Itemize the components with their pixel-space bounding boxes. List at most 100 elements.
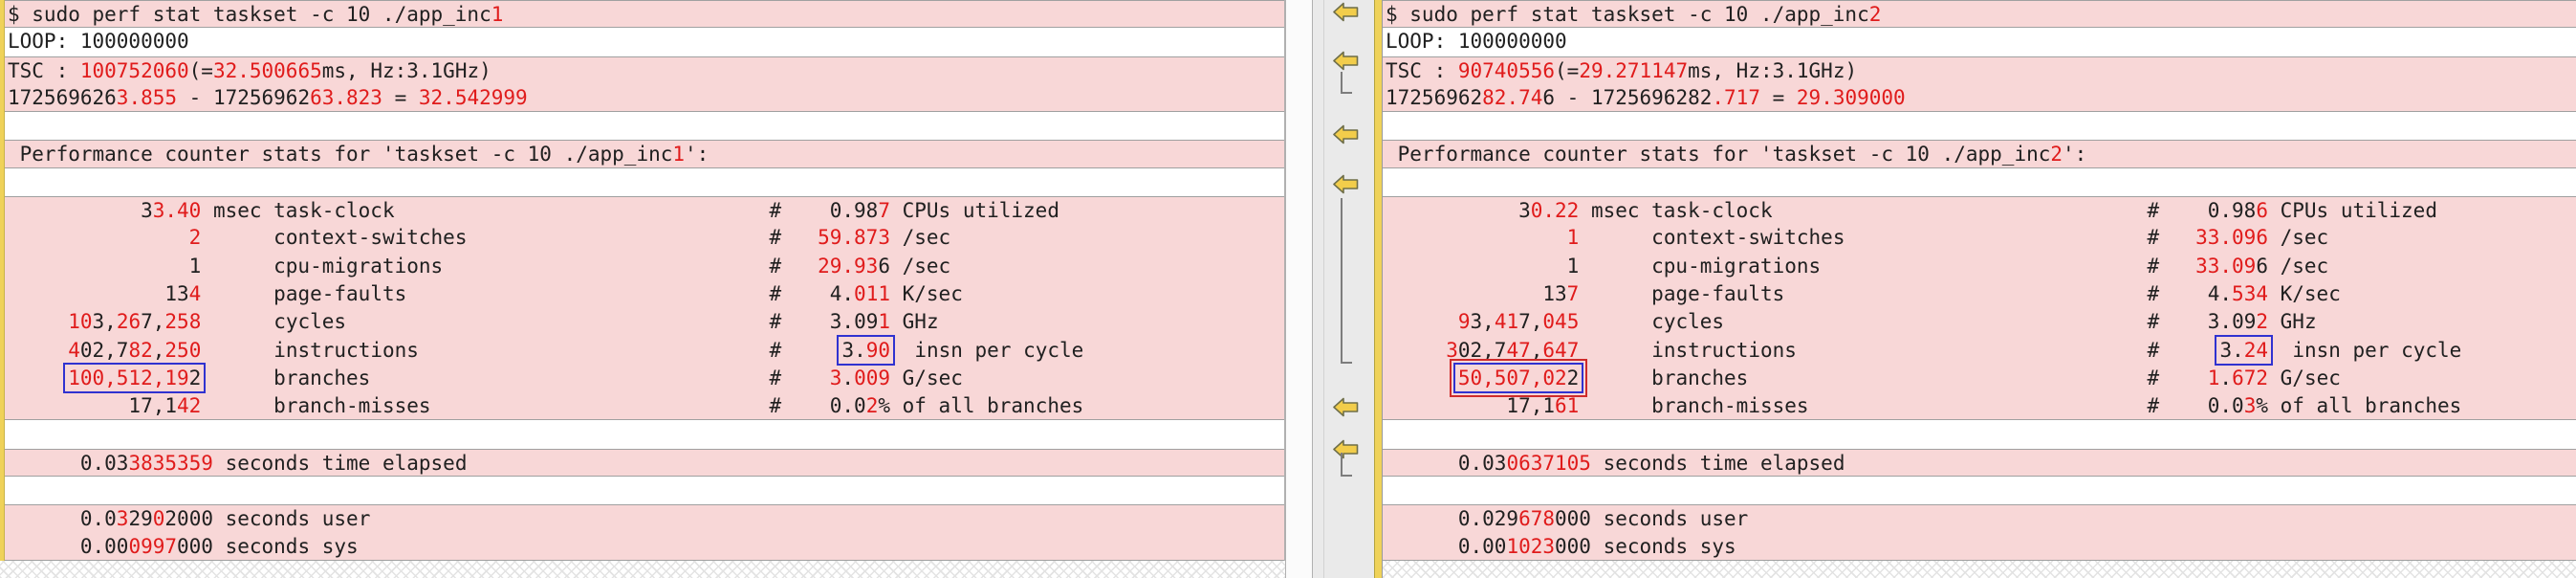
changed-text-segment: 1 xyxy=(491,3,504,26)
changed-text-segment: 6 xyxy=(2256,199,2268,223)
diff-text-segment: 172569626 xyxy=(8,85,117,109)
diff-line: LOOP: 100000000 xyxy=(1383,28,2576,56)
diff-text-segment: 7, xyxy=(1518,310,1543,334)
right-diff-pane[interactable]: $ sudo perf stat taskset -c 10 ./app_inc… xyxy=(1383,0,2576,578)
diff-text-segment: 29 xyxy=(128,507,153,531)
changed-text-segment: 33.096 xyxy=(2195,226,2268,250)
changed-text-segment: 63.823 xyxy=(310,85,382,109)
changed-text-segment: 90 xyxy=(865,338,891,362)
diff-line: 1 cpu-migrations # 29.936 /sec xyxy=(0,252,1284,280)
changed-text-segment: 3 xyxy=(829,366,842,389)
diff-line: $ sudo perf stat taskset -c 10 ./app_inc… xyxy=(0,0,1284,29)
changed-text-segment: 100,512,19 xyxy=(68,366,189,389)
diff-line xyxy=(1383,420,2576,449)
diff-text-segment: branch-misses # 0.0 xyxy=(201,394,866,418)
diff-line: 17,142 branch-misses # 0.02% of all bran… xyxy=(0,392,1284,421)
apply-change-left-arrow-icon[interactable] xyxy=(1333,174,1359,194)
diff-line: $ sudo perf stat taskset -c 10 ./app_inc… xyxy=(1383,0,2576,29)
diff-text-segment: /sec xyxy=(889,226,951,250)
diff-text-segment: = xyxy=(382,85,419,109)
diff-text-segment: 1 cpu-migrations # xyxy=(8,254,819,278)
changed-text-segment: 258 xyxy=(164,310,202,334)
diff-line: 0.030637105 seconds time elapsed xyxy=(1383,448,2576,478)
changed-text-segment: 045 xyxy=(1542,310,1580,334)
diff-line xyxy=(1383,477,2576,505)
diff-text-segment: 6 /sec xyxy=(2256,254,2329,278)
diff-text-segment: msec task-clock # 0.98 xyxy=(1579,199,2257,223)
diff-line: 0.033835359 seconds time elapsed xyxy=(0,448,1284,478)
diff-line: TSC : 100752060(=32.500665ms, Hz:3.1GHz) xyxy=(0,56,1284,84)
diff-text-segment: 3 xyxy=(8,199,153,223)
diff-text-segment xyxy=(1386,339,1446,362)
changed-text-segment: 100752060 xyxy=(79,58,189,82)
diff-text-segment: TSC : xyxy=(1386,58,1458,82)
changed-text-segment: 32.542999 xyxy=(418,85,528,109)
chunk-link-line xyxy=(1341,453,1352,477)
left-diff-pane[interactable]: $ sudo perf stat taskset -c 10 ./app_inc… xyxy=(0,0,1285,578)
diff-text-segment: seconds time elapsed xyxy=(1590,451,1845,475)
diff-text-segment: CPUs utilized xyxy=(889,199,1059,223)
diff-text-segment: insn per cycle xyxy=(890,338,1084,362)
diff-text-segment: 6 /sec xyxy=(878,254,951,278)
diff-text-segment: 13 xyxy=(1386,281,1567,305)
diff-text-segment: , xyxy=(152,338,165,362)
diff-text-segment: Performance counter stats for 'taskset -… xyxy=(8,143,673,167)
changed-text-segment: 1 xyxy=(1566,226,1580,250)
apply-change-left-arrow-icon[interactable] xyxy=(1333,2,1359,22)
apply-change-left-arrow-icon[interactable] xyxy=(1333,124,1359,144)
diff-text-segment: 17,1 xyxy=(8,394,178,418)
diff-line: 103,267,258 cycles # 3.091 GHz xyxy=(0,308,1284,337)
diff-line: 0.032902000 seconds user xyxy=(0,504,1284,533)
diff-text-segment: K/sec xyxy=(889,281,963,305)
diff-text-segment: 000 seconds sys xyxy=(177,534,359,558)
diff-line: 0.000997000 seconds sys xyxy=(0,532,1284,561)
diff-text-segment: 13 xyxy=(8,281,189,305)
diff-line: LOOP: 100000000 xyxy=(0,28,1284,56)
highlight-box-blue: 100,512,192 xyxy=(63,362,207,394)
diff-text-segment xyxy=(8,310,68,333)
diff-line: TSC : 90740556(=29.271147ms, Hz:3.1GHz) xyxy=(1383,56,2576,84)
diff-text-segment: instructions # xyxy=(1579,338,2220,362)
diff-text-segment: ': xyxy=(685,143,709,167)
diff-text-segment xyxy=(8,226,189,249)
highlight-box-blue: 3.90 xyxy=(837,334,895,367)
diff-line: 30.22 msec task-clock # 0.986 CPUs utili… xyxy=(1383,196,2576,225)
highlight-box-redblue: 50,507,022 xyxy=(1449,358,1588,398)
changed-text-segment: 10 xyxy=(68,310,93,334)
diff-line: 302,747,647 instructions # 3.24 insn per… xyxy=(1383,334,2576,367)
chunk-link-line xyxy=(1341,198,1352,364)
changed-text-segment: 3 xyxy=(116,507,129,531)
diff-line: 0.001023000 seconds sys xyxy=(1383,532,2576,561)
eof-hatch-right xyxy=(1383,561,2576,578)
diff-text-segment: 0.0 xyxy=(8,507,117,531)
diff-line: 402,782,250 instructions # 3.90 insn per… xyxy=(0,334,1284,367)
changed-text-segment: 50,507,02 xyxy=(1457,366,1567,389)
diff-text-segment: /sec xyxy=(2267,226,2329,250)
diff-text-segment: 0.00 xyxy=(8,534,129,558)
changed-text-segment: 3 xyxy=(2243,394,2257,418)
changed-text-segment: 41 xyxy=(1494,310,1519,334)
changed-text-segment: 32.500665 xyxy=(212,58,322,82)
changed-text-segment: 47 xyxy=(1506,338,1531,362)
changed-text-segment: 3835359 xyxy=(128,451,213,475)
diff-text-segment: page-faults # 4. xyxy=(1579,281,2233,305)
diff-text-segment: . xyxy=(2219,366,2233,389)
apply-change-left-arrow-icon[interactable] xyxy=(1333,51,1359,71)
diff-text-segment: (= xyxy=(1555,58,1580,82)
diff-line xyxy=(0,420,1284,449)
diff-text-segment: 1 cpu-migrations # xyxy=(1386,254,2196,278)
changed-text-segment: 678 xyxy=(1518,507,1556,531)
changed-text-segment: 2 xyxy=(2256,310,2269,334)
scrollbar-track[interactable] xyxy=(1285,0,1313,578)
diff-line: 1725696282.746 - 1725696282.717 = 29.309… xyxy=(1383,83,2576,113)
changed-text-segment: 3.40 xyxy=(152,199,202,223)
diff-text-segment: K/sec xyxy=(2267,281,2341,305)
diff-text-segment: LOOP: 100000000 xyxy=(1386,30,1567,54)
diff-line xyxy=(1383,112,2576,141)
diff-text-segment: 3, xyxy=(92,310,117,334)
changed-text-segment: 29.93 xyxy=(818,254,879,278)
diff-text-segment: ': xyxy=(2063,143,2087,167)
apply-change-left-arrow-icon[interactable] xyxy=(1333,397,1359,417)
diff-text-segment: instructions # xyxy=(201,338,842,362)
changed-text-segment: 647 xyxy=(1542,338,1580,362)
